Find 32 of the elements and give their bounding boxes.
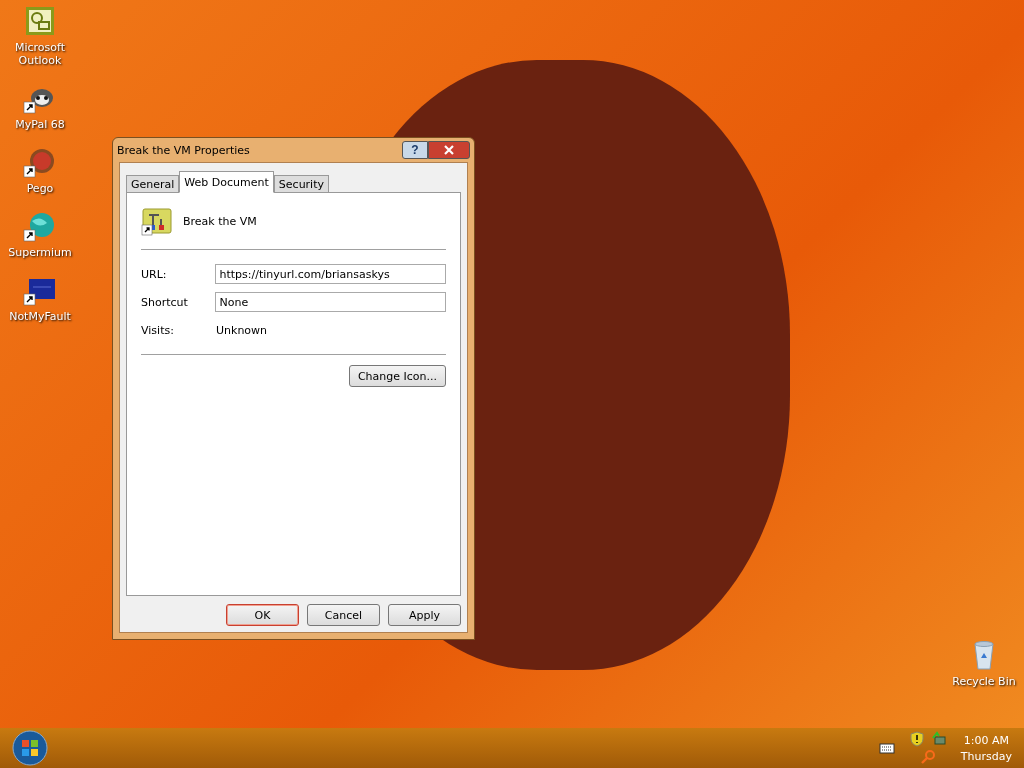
field-label: URL: [141, 267, 168, 281]
close-icon [443, 145, 455, 155]
tab[interactable]: General [126, 175, 180, 193]
icon-label: NotMyFault [8, 310, 72, 323]
input-field[interactable]: None [214, 292, 446, 312]
clock-day[interactable]: Thursday [960, 749, 1012, 763]
icon-label: Supermium [7, 246, 73, 259]
clock-time[interactable]: 1:00 AM [963, 733, 1010, 747]
help-button[interactable]: ? [402, 141, 428, 159]
window-title: Break the VM Properties [117, 143, 250, 157]
dialog-button[interactable]: OK [226, 604, 299, 626]
dialog-button[interactable]: Apply [388, 604, 461, 626]
change-icon-button[interactable]: Change Icon... [348, 365, 446, 387]
dialog-button[interactable]: Cancel [307, 604, 380, 626]
input-field[interactable]: https://tinyurl.com/briansaskys [214, 264, 446, 284]
close-button[interactable] [428, 141, 470, 159]
shield-icon[interactable] [908, 731, 925, 747]
field-value: Unknown [216, 323, 268, 337]
field-label: Visits: [141, 323, 175, 337]
tab[interactable]: Security [273, 175, 329, 193]
icon-label: Microsoft Outlook [13, 41, 67, 67]
app-icon[interactable] [23, 4, 57, 38]
field-label: Shortcut [141, 295, 189, 309]
keyboard-icon[interactable] [878, 740, 895, 756]
start-button[interactable] [12, 730, 48, 766]
shortcut-icon [141, 205, 173, 237]
item-name: Break the VM [183, 214, 257, 228]
network-icon[interactable] [930, 731, 947, 747]
icon-label: Pego [25, 182, 55, 195]
icon-label: MyPal 68 [14, 118, 66, 131]
tab[interactable]: Web Document [179, 171, 274, 193]
icon-label: Recycle Bin [951, 675, 1017, 688]
